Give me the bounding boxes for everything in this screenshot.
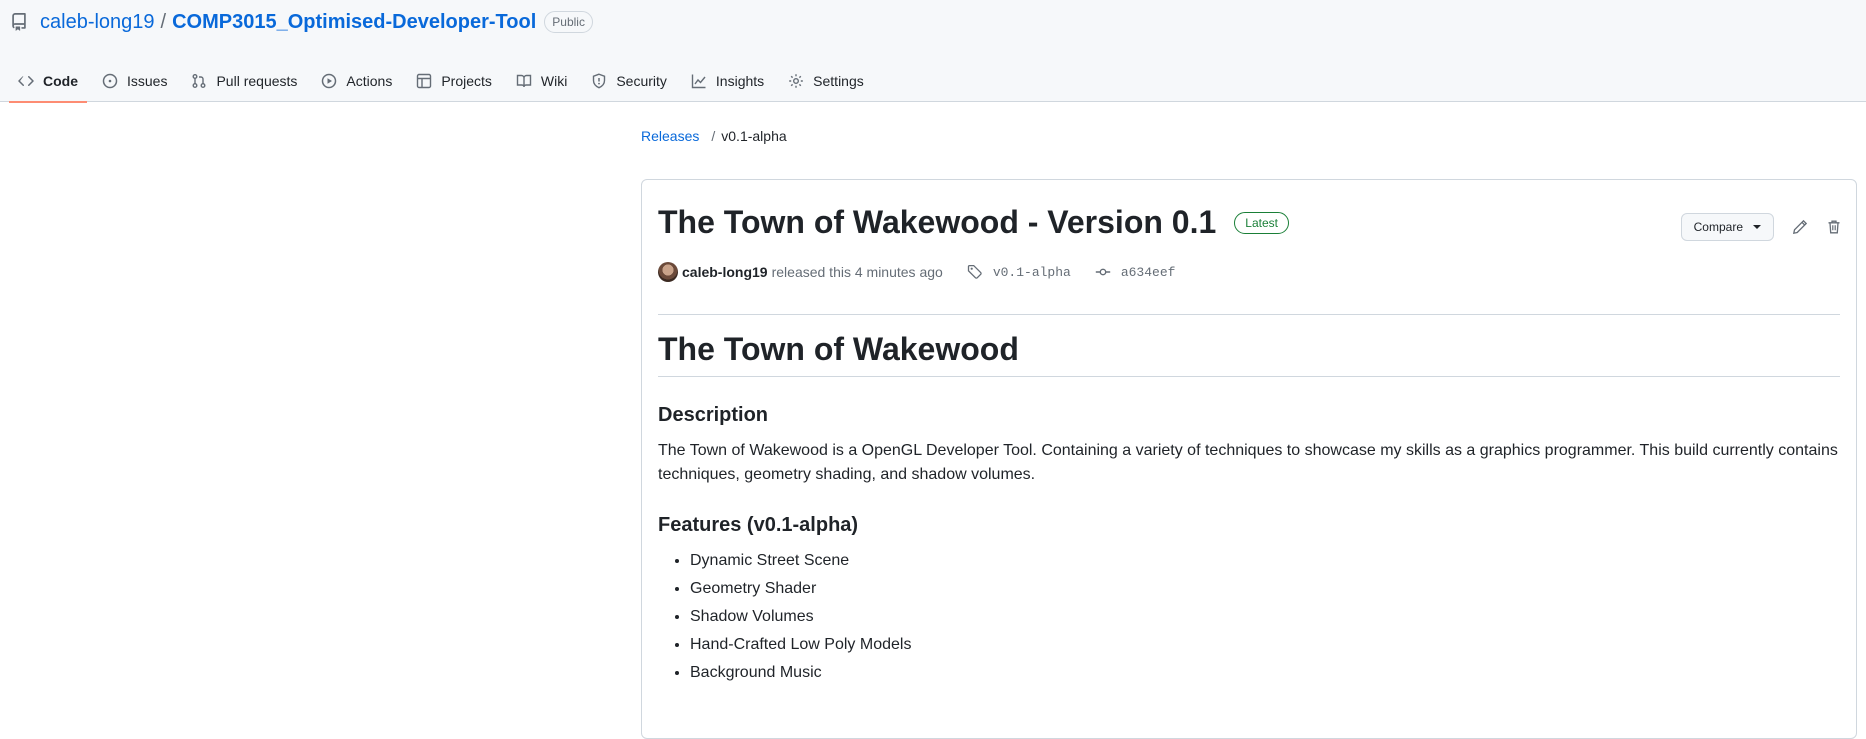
release-notes: The Town of Wakewood Description The Tow… — [658, 330, 1840, 689]
table-icon — [417, 73, 432, 89]
released-text: released this 4 minutes ago — [771, 264, 943, 280]
features-heading: Features (v0.1-alpha) — [658, 514, 859, 536]
breadcrumb-releases-link[interactable]: Releases — [641, 128, 699, 144]
list-item: Shadow Volumes — [690, 605, 1840, 629]
release-actions: Compare — [1680, 213, 1842, 241]
pull-request-icon — [192, 74, 206, 88]
breadcrumb: Releases / v0.1-alpha — [641, 128, 787, 144]
tab-projects-label: Projects — [441, 73, 492, 89]
avatar[interactable] — [658, 262, 678, 282]
release-title-row: The Town of Wakewood - Version 0.1 Lates… — [658, 204, 1289, 241]
commit-icon — [1095, 268, 1111, 276]
pencil-icon[interactable] — [1792, 219, 1808, 235]
release-card: The Town of Wakewood - Version 0.1 Lates… — [641, 179, 1857, 739]
tab-wiki[interactable]: Wiki — [507, 60, 576, 102]
tag-label: v0.1-alpha — [992, 264, 1071, 280]
tab-pull-requests[interactable]: Pull requests — [182, 60, 306, 102]
book-icon — [516, 74, 532, 88]
repo-title: caleb-long19 / COMP3015_Optimised-Develo… — [10, 8, 593, 36]
tab-code-label: Code — [43, 73, 78, 89]
list-item: Dynamic Street Scene — [690, 549, 1840, 573]
commit-link[interactable]: a634eef — [1095, 264, 1176, 280]
tab-wiki-label: Wiki — [540, 73, 568, 89]
shield-icon — [593, 73, 606, 89]
release-meta: caleb-long19 released this 4 minutes ago… — [658, 262, 1175, 282]
notes-heading: The Town of Wakewood — [658, 330, 1840, 377]
tab-insights-label: Insights — [715, 73, 765, 89]
list-item: Background Music — [690, 661, 1840, 685]
play-icon — [322, 73, 337, 89]
compare-button[interactable]: Compare — [1680, 213, 1774, 241]
features-list: Dynamic Street Scene Geometry Shader Sha… — [658, 549, 1840, 685]
repo-icon — [12, 13, 26, 31]
commit-label: a634eef — [1120, 264, 1176, 280]
repo-header: caleb-long19 / COMP3015_Optimised-Develo… — [0, 0, 1866, 103]
tab-issues[interactable]: Issues — [93, 60, 176, 102]
tab-actions[interactable]: Actions — [312, 60, 401, 102]
latest-badge: Latest — [1234, 211, 1289, 234]
repo-separator: / — [160, 10, 167, 33]
tag-icon — [967, 264, 982, 279]
code-icon — [18, 76, 34, 86]
graph-icon — [691, 74, 706, 89]
release-divider — [658, 314, 1840, 315]
tab-code[interactable]: Code — [9, 60, 87, 103]
tab-insights[interactable]: Insights — [682, 60, 773, 102]
release-title: The Town of Wakewood - Version 0.1 — [658, 204, 1217, 240]
list-item: Hand-Crafted Low Poly Models — [690, 633, 1840, 657]
list-item: Geometry Shader — [690, 577, 1840, 601]
visibility-badge: Public — [544, 11, 593, 33]
tab-security[interactable]: Security — [582, 60, 676, 102]
description-heading: Description — [658, 404, 769, 426]
breadcrumb-current: v0.1-alpha — [721, 128, 787, 144]
breadcrumb-separator: / — [711, 128, 716, 144]
author-link[interactable]: caleb-long19 — [682, 264, 768, 280]
tab-pull-requests-label: Pull requests — [216, 73, 298, 89]
tab-issues-label: Issues — [127, 73, 168, 89]
tab-actions-label: Actions — [346, 73, 393, 89]
tab-security-label: Security — [616, 73, 667, 89]
tab-settings-label: Settings — [813, 73, 864, 89]
trash-icon[interactable] — [1826, 219, 1842, 235]
repo-owner-link[interactable]: caleb-long19 — [40, 11, 155, 34]
caret-down-icon — [1753, 225, 1761, 229]
repo-tabs: Code Issues Pull requests Actions Projec… — [9, 60, 879, 103]
tag-link[interactable]: v0.1-alpha — [967, 264, 1071, 280]
compare-button-label: Compare — [1693, 220, 1743, 234]
issue-icon — [102, 73, 118, 89]
tab-settings[interactable]: Settings — [779, 60, 873, 102]
repo-name-link[interactable]: COMP3015_Optimised-Developer-Tool — [172, 11, 536, 34]
gear-icon — [789, 74, 803, 88]
description-text: The Town of Wakewood is a OpenGL Develop… — [658, 442, 1838, 483]
tab-projects[interactable]: Projects — [407, 60, 501, 102]
